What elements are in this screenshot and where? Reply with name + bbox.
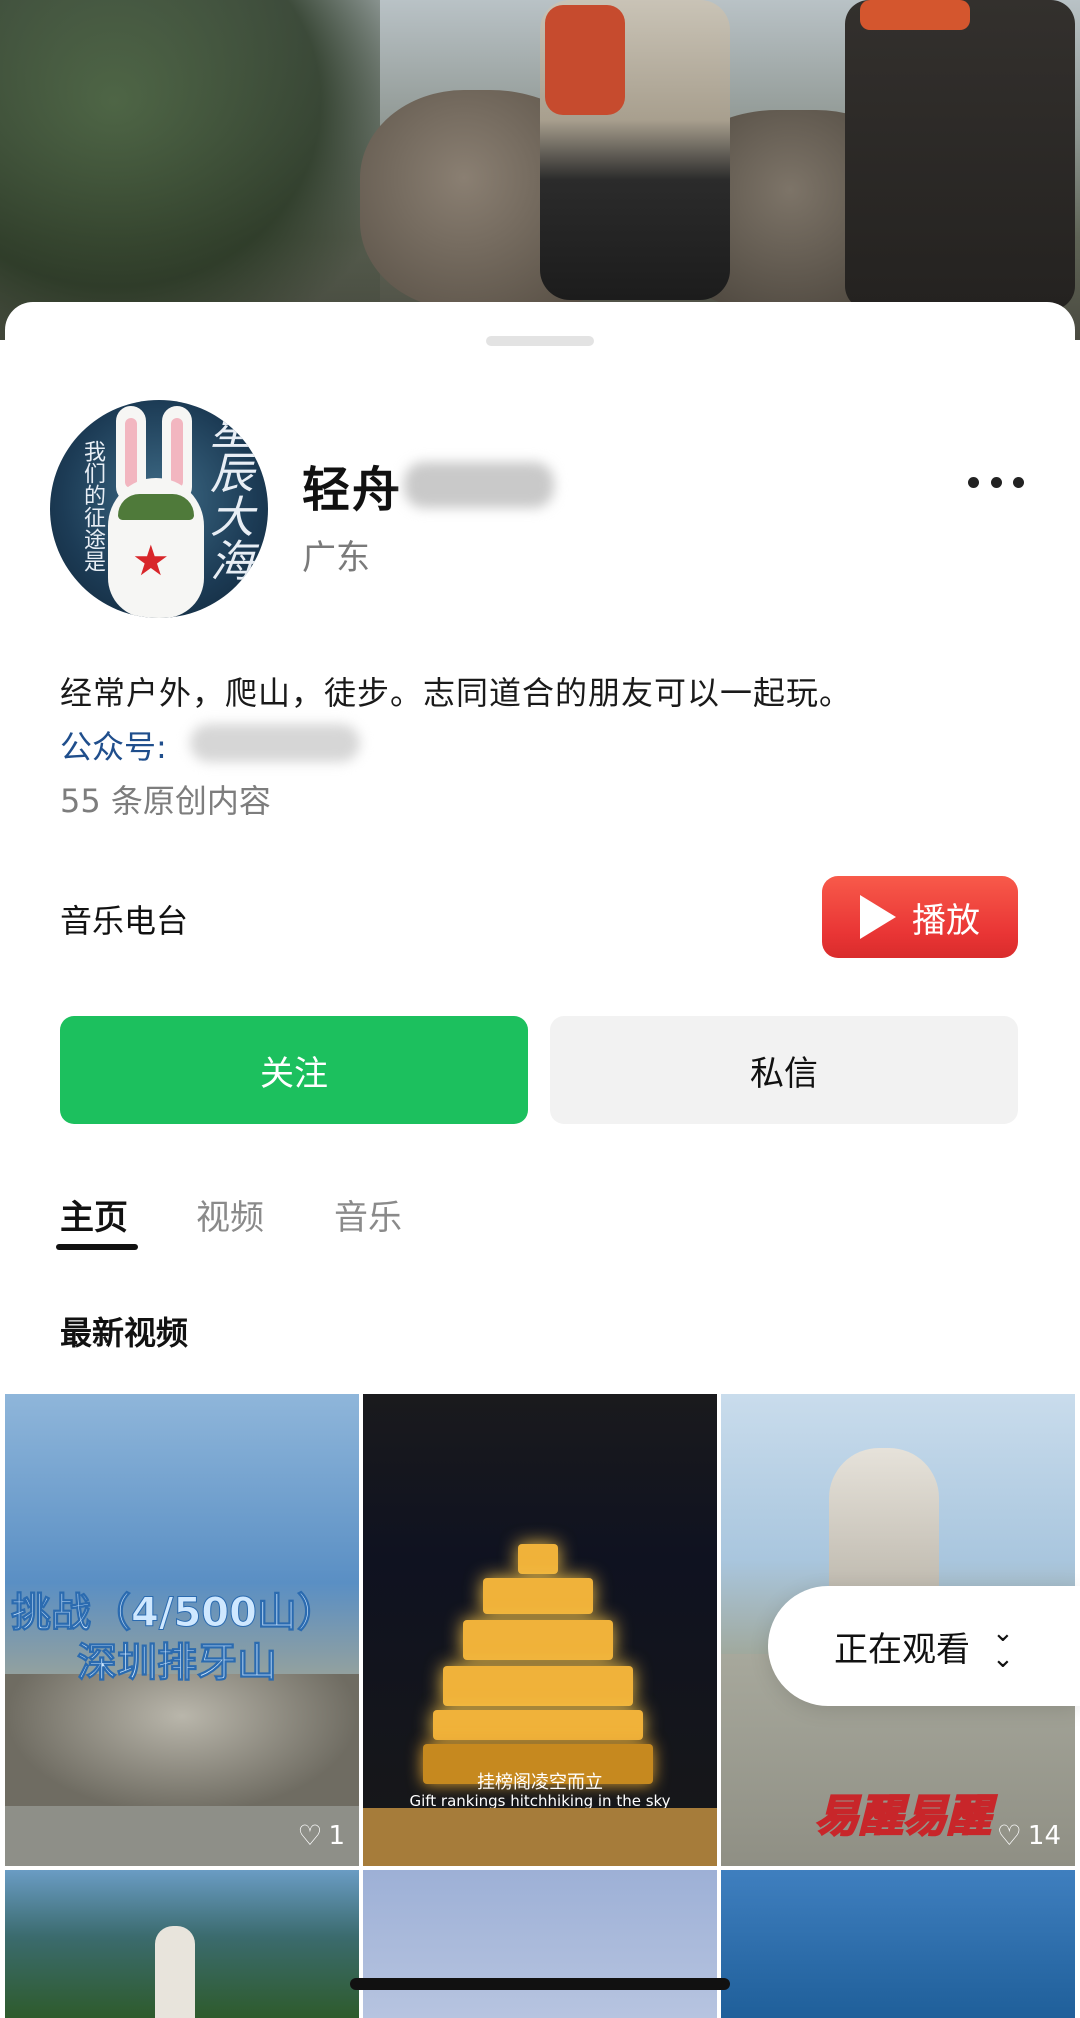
pagoda-image	[423, 1544, 653, 1784]
video-thumbnail[interactable]: 挑战（4/500山） 深圳排牙山 ♡ 1	[5, 1394, 359, 1866]
video-caption: 挂榜阁凌空而立	[477, 1772, 603, 1793]
like-count: ♡ 1	[297, 1819, 345, 1852]
like-count-value: 14	[1027, 1820, 1061, 1851]
video-thumbnail[interactable]: 挂榜阁凌空而立 Gift rankings hitchhiking in the…	[363, 1394, 717, 1866]
redacted-account	[190, 724, 360, 762]
profile-region: 广东	[302, 538, 370, 578]
avatar-text: 我们的征途是	[80, 440, 105, 572]
heart-icon: ♡	[996, 1819, 1022, 1852]
play-icon	[860, 895, 896, 939]
redacted-name	[404, 462, 554, 508]
video-thumbnail[interactable]	[5, 1870, 359, 2018]
section-title: 最新视频	[60, 1314, 189, 1352]
play-button-label: 播放	[912, 900, 980, 941]
backpack	[545, 5, 625, 115]
music-radio-label: 音乐电台	[60, 902, 189, 940]
message-button[interactable]: 私信	[550, 1016, 1018, 1124]
now-watching-label: 正在观看	[834, 1629, 970, 1670]
more-options-icon[interactable]	[968, 462, 1024, 502]
video-caption: 易醒易醒	[814, 1790, 992, 1843]
like-count-value: 1	[328, 1820, 345, 1851]
tab-music[interactable]: 音乐	[334, 1190, 402, 1239]
tab-home[interactable]: 主页	[60, 1190, 128, 1239]
profile-name: 轻舟	[302, 462, 403, 518]
avatar-text: 星辰大海	[202, 406, 253, 582]
original-content-count[interactable]: 55 条原创内容	[60, 776, 271, 822]
tab-videos[interactable]: 视频	[196, 1190, 264, 1239]
hiker	[845, 0, 1075, 310]
tab-active-indicator	[56, 1244, 138, 1250]
public-account-link[interactable]: 公众号:	[60, 722, 167, 768]
like-count: ♡ 14	[997, 1819, 1061, 1852]
avatar[interactable]: ★ 星辰大海 我们的征途是	[50, 400, 268, 618]
now-watching-button[interactable]: 正在观看 ⌄ ⌄	[768, 1586, 1080, 1706]
video-thumbnail[interactable]	[363, 1870, 717, 2018]
double-chevron-down-icon: ⌄ ⌄	[992, 1618, 1014, 1674]
thumbnail-footer	[363, 1808, 717, 1866]
follow-button[interactable]: 关注	[60, 1016, 528, 1124]
statue-image	[829, 1448, 939, 1598]
cover-photo	[0, 0, 1080, 340]
heart-icon: ♡	[297, 1819, 323, 1852]
video-caption: 深圳排牙山	[77, 1640, 278, 1687]
mountain-rocks	[5, 1674, 359, 1814]
tree-branches	[0, 0, 380, 340]
play-button[interactable]: 播放	[822, 876, 1018, 958]
sheet-grabber[interactable]	[486, 336, 594, 346]
backpack	[860, 0, 970, 30]
home-indicator[interactable]	[350, 1978, 730, 1990]
video-thumbnail[interactable]	[721, 1870, 1075, 2018]
star-icon: ★	[132, 536, 170, 585]
profile-bio: 经常户外，爬山，徒步。志同道合的朋友可以一起玩。	[60, 674, 853, 712]
statue-image	[155, 1926, 195, 2018]
